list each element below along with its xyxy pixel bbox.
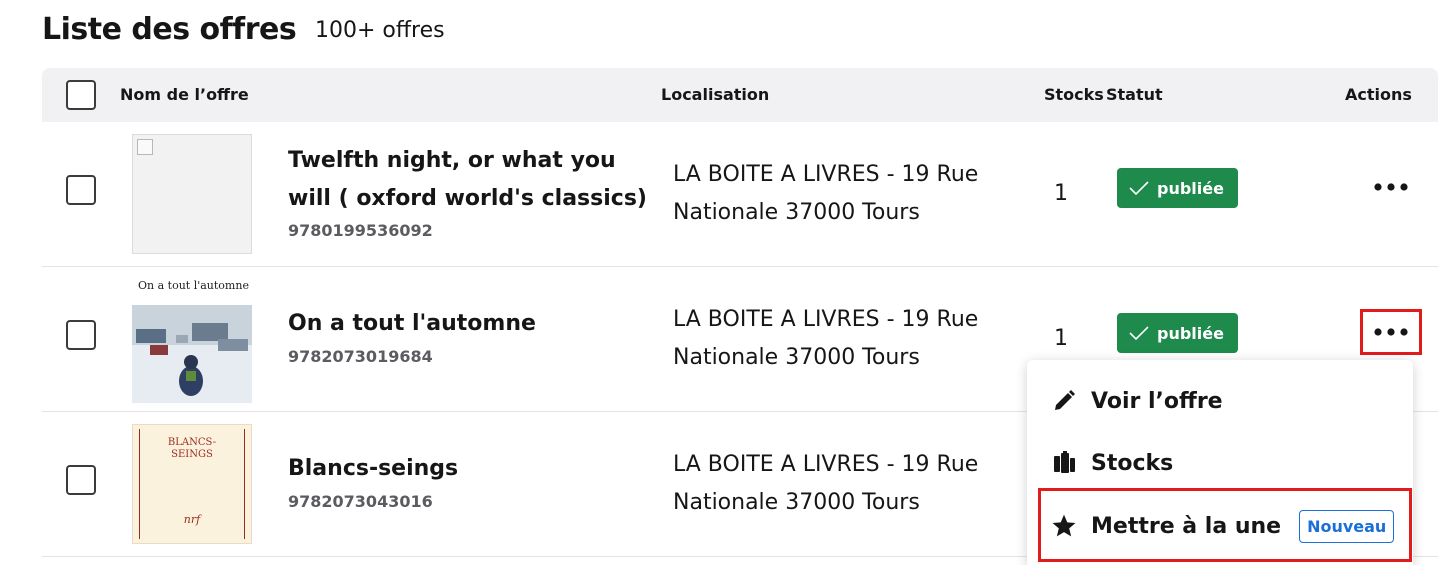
page-title: Liste des offres — [42, 12, 297, 47]
broken-image-icon — [137, 139, 153, 155]
pencil-icon — [1051, 388, 1077, 414]
more-actions-button[interactable] — [1362, 168, 1420, 206]
winter-scene-image — [132, 305, 252, 403]
menu-item-view-offer[interactable]: Voir l’offre — [1051, 381, 1223, 421]
column-header-actions: Actions — [1345, 85, 1412, 104]
status-badge: publiée — [1117, 168, 1238, 208]
column-header-location[interactable]: Localisation — [661, 85, 769, 104]
offer-stock: 1 — [1054, 181, 1068, 206]
publisher-mark: nrf — [183, 513, 201, 526]
offer-ean: 9782073019684 — [288, 347, 433, 366]
column-header-status[interactable]: Statut — [1106, 85, 1163, 104]
cover-title-line: BLANCS- — [167, 437, 217, 448]
table-row: Twelfth night, or what you will ( oxford… — [42, 122, 1438, 267]
offer-thumbnail[interactable]: On a tout l'automne — [132, 271, 252, 403]
stocks-icon — [1051, 450, 1077, 476]
row-checkbox[interactable] — [66, 175, 96, 205]
offer-location: LA BOITE A LIVRES - 19 Rue Nationale 370… — [673, 452, 979, 515]
offer-name[interactable]: On a tout l'automne — [288, 305, 648, 343]
thumbnail-caption: On a tout l'automne — [138, 279, 249, 292]
offer-count: 100+ offres — [315, 18, 445, 43]
cover-title: BLANCS- SEINGS — [133, 437, 251, 461]
row-checkbox[interactable] — [66, 465, 96, 495]
check-icon — [1129, 181, 1149, 195]
column-header-stocks[interactable]: Stocks — [1044, 85, 1104, 104]
more-dots-icon — [1374, 183, 1408, 191]
offer-stock: 1 — [1054, 326, 1068, 351]
status-badge: publiée — [1117, 313, 1238, 353]
check-icon — [1129, 326, 1149, 340]
more-dots-icon — [1374, 328, 1408, 336]
column-header-name[interactable]: Nom de l’offre — [120, 85, 249, 104]
cover-title-line: SEINGS — [171, 449, 213, 460]
more-actions-button-active[interactable] — [1360, 309, 1422, 355]
offer-ean: 9782073043016 — [288, 492, 433, 511]
status-label: publiée — [1157, 323, 1224, 343]
offer-location: LA BOITE A LIVRES - 19 Rue Nationale 370… — [673, 162, 979, 225]
table-header: Nom de l’offre Localisation Stocks Statu… — [42, 68, 1438, 122]
offer-ean: 9780199536092 — [288, 221, 433, 240]
menu-item-label: Stocks — [1091, 450, 1174, 476]
offer-name[interactable]: Twelfth night, or what you will ( oxford… — [288, 142, 648, 218]
offer-thumbnail[interactable] — [132, 134, 252, 254]
status-label: publiée — [1157, 178, 1224, 198]
row-checkbox[interactable] — [66, 320, 96, 350]
highlight-box — [1038, 488, 1412, 562]
menu-item-label: Voir l’offre — [1091, 388, 1223, 414]
menu-item-stocks[interactable]: Stocks — [1051, 443, 1173, 483]
offer-name[interactable]: Blancs-seings — [288, 450, 648, 488]
select-all-checkbox[interactable] — [66, 80, 96, 110]
offer-location: LA BOITE A LIVRES - 19 Rue Nationale 370… — [673, 307, 979, 370]
offer-thumbnail[interactable]: BLANCS- SEINGS nrf — [132, 424, 252, 544]
